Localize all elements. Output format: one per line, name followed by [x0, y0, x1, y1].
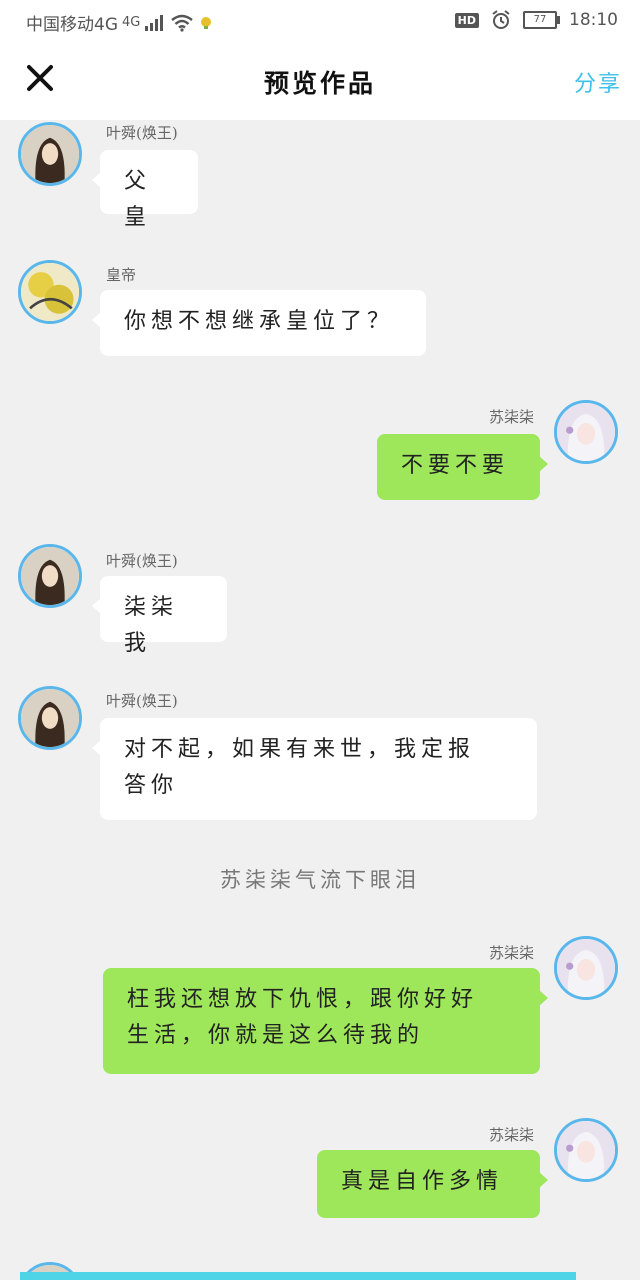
message-line: 答你: [124, 773, 179, 798]
avatar-emperor[interactable]: [18, 260, 82, 324]
clock: 18:10: [569, 10, 618, 30]
sender-name: 皇帝: [106, 266, 137, 284]
status-left: 中国移动4G 4G: [26, 10, 214, 35]
message-line: 枉我还想放下仇恨，跟你好好: [127, 987, 479, 1012]
hd-badge: HD: [454, 12, 479, 28]
bottom-progress-bar: [20, 1272, 576, 1280]
carrier-label: 中国移动4G: [26, 15, 118, 35]
sender-name: 叶舜(焕王): [106, 692, 178, 710]
avatar-suqiqi[interactable]: [554, 1118, 618, 1182]
message-item: 皇帝 你想不想继承皇位了？: [0, 260, 640, 360]
status-right: HD 77 18:10: [454, 10, 618, 30]
battery-icon: 77: [523, 11, 560, 29]
status-bar: 中国移动4G 4G HD 77 18:10: [0, 0, 640, 44]
message-item: 苏柒柒 不要不要: [0, 400, 640, 510]
sender-name: 苏柒柒: [488, 944, 534, 962]
avatar-yeshun[interactable]: [18, 122, 82, 186]
message-bubble: 柒柒我: [92, 576, 227, 656]
notification-icon: [201, 16, 212, 29]
avatar-suqiqi[interactable]: [554, 400, 618, 464]
message-bubble: 真是自作多情: [317, 1150, 548, 1218]
message-item: 苏柒柒 真是自作多情: [0, 1118, 640, 1228]
nav-bar: 预览作品 分享: [0, 44, 640, 120]
message-item: 叶舜(焕王) 对不起，如果有来世，我定报 答你: [0, 686, 640, 826]
share-button[interactable]: 分享: [574, 66, 622, 98]
avatar-yeshun[interactable]: [18, 544, 82, 608]
message-bubble: 你想不想继承皇位了？: [92, 290, 426, 356]
page-title: 预览作品: [263, 69, 376, 98]
message-item: 苏柒柒 枉我还想放下仇恨，跟你好好 生活，你就是这么待我的: [0, 936, 640, 1081]
avatar-yeshun[interactable]: [18, 686, 82, 750]
sender-name: 叶舜(焕王): [106, 124, 178, 142]
alarm-icon: [492, 10, 510, 29]
narration-text: 苏柒柒气流下眼泪: [220, 868, 420, 892]
wifi-icon: [171, 14, 194, 32]
sender-name: 苏柒柒: [488, 1126, 534, 1144]
message-item: 叶舜(焕王) 父皇: [0, 120, 640, 230]
sender-name: 叶舜(焕王): [106, 552, 178, 570]
avatar-suqiqi[interactable]: [554, 936, 618, 1000]
message-item: 叶舜(焕王) 柒柒我: [0, 544, 640, 656]
message-line: 生活，你就是这么待我的: [127, 1023, 425, 1048]
chat-list[interactable]: 叶舜(焕王) 父皇 皇帝 你想不想继承皇位了？ 苏柒柒 不要不要 叶舜(焕王) …: [0, 120, 640, 1280]
message-bubble: 枉我还想放下仇恨，跟你好好 生活，你就是这么待我的: [103, 968, 548, 1074]
message-line: 对不起，如果有来世，我定报: [124, 737, 476, 762]
network-type: 4G: [122, 15, 141, 30]
message-bubble: 父皇: [92, 150, 198, 230]
signal-icon: [145, 14, 164, 31]
message-bubble: 对不起，如果有来世，我定报 答你: [92, 718, 537, 820]
message-bubble: 不要不要: [377, 434, 548, 500]
sender-name: 苏柒柒: [488, 408, 534, 426]
